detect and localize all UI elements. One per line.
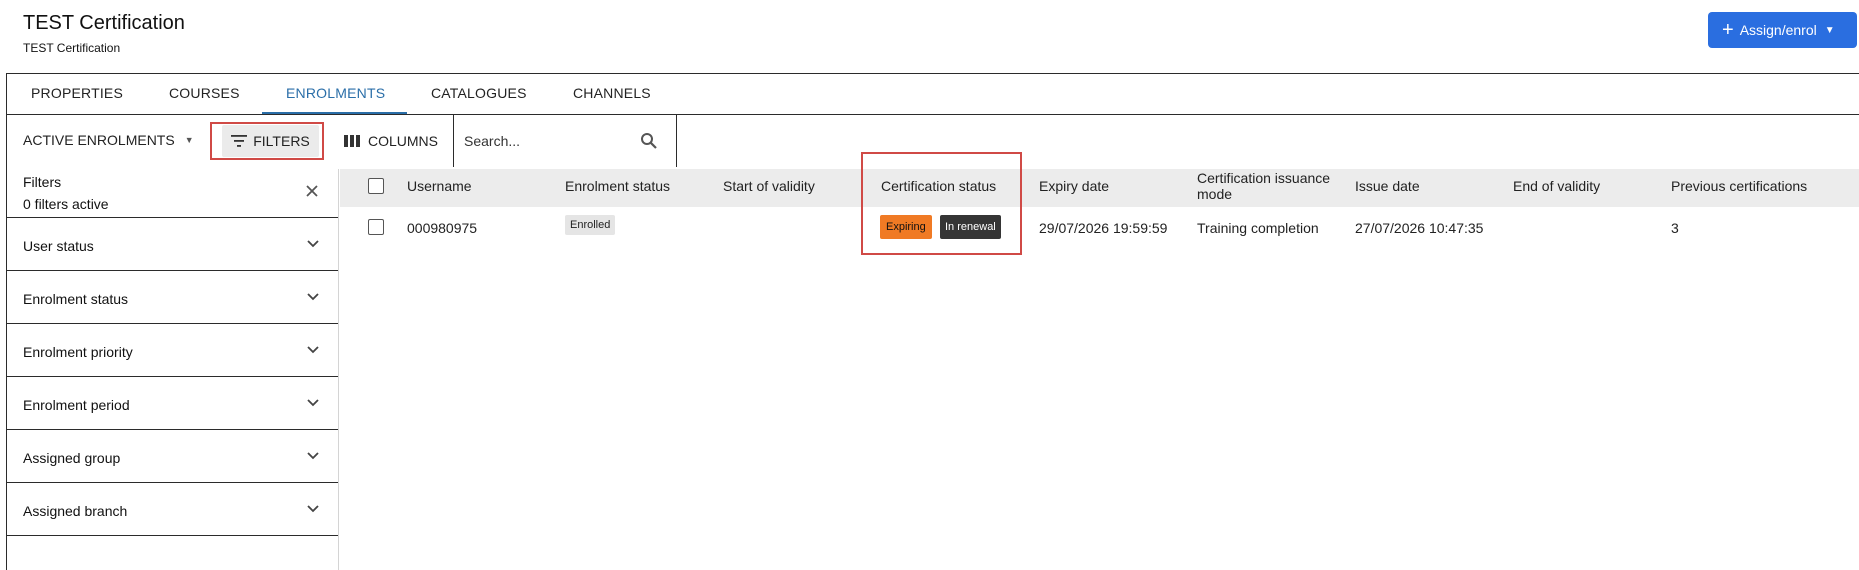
- filter-section-assigned-group[interactable]: Assigned group: [6, 430, 338, 483]
- column-header-username[interactable]: Username: [407, 178, 472, 194]
- column-header-previous-certifications[interactable]: Previous certifications: [1671, 178, 1807, 194]
- page-subtitle: TEST Certification: [23, 41, 121, 55]
- filter-section-enrolment-period[interactable]: Enrolment period: [6, 377, 338, 430]
- page-title: TEST Certification: [23, 12, 185, 34]
- caret-down-icon: ▼: [1824, 24, 1835, 36]
- chevron-down-icon: [307, 346, 319, 354]
- divider: [6, 73, 1859, 74]
- filters-active-count: 0 filters active: [23, 196, 109, 212]
- filter-section-enrolment-priority[interactable]: Enrolment priority: [6, 324, 338, 377]
- column-header-start-of-validity[interactable]: Start of validity: [723, 178, 815, 194]
- tab-channels[interactable]: CHANNELS: [573, 85, 651, 101]
- view-selector[interactable]: ACTIVE ENROLMENTS ▼: [23, 132, 194, 148]
- status-badge: Enrolled: [565, 215, 616, 235]
- search-divider-right: [676, 115, 677, 167]
- filter-section-enrolment-status[interactable]: Enrolment status: [6, 271, 338, 324]
- column-header-issuance-mode[interactable]: Certification issuance mode: [1197, 170, 1342, 202]
- filters-panel-title: Filters: [23, 174, 62, 190]
- tab-catalogues[interactable]: CATALOGUES: [431, 85, 527, 101]
- chevron-down-icon: [307, 293, 319, 301]
- select-all-checkbox[interactable]: [368, 178, 384, 194]
- cell-issuance-mode: Training completion: [1197, 220, 1319, 236]
- search-icon[interactable]: [640, 132, 658, 150]
- columns-button[interactable]: COLUMNS: [344, 125, 438, 157]
- caret-down-icon: ▼: [184, 135, 194, 145]
- cell-expiry-date: 29/07/2026 19:59:59: [1039, 220, 1168, 236]
- chevron-down-icon: [307, 399, 319, 407]
- column-header-expiry-date[interactable]: Expiry date: [1039, 178, 1109, 194]
- assign-enrol-button[interactable]: + Assign/enrol ▼: [1708, 12, 1857, 48]
- assign-enrol-label: Assign/enrol: [1739, 22, 1817, 38]
- chevron-down-icon: [307, 240, 319, 248]
- chevron-down-icon: [307, 452, 319, 460]
- plus-icon: +: [1722, 19, 1734, 41]
- certification-status-highlight-box: [861, 152, 1022, 255]
- filters-highlight-box: [210, 122, 324, 160]
- tab-enrolments[interactable]: ENROLMENTS: [286, 85, 385, 101]
- active-tab-indicator: [262, 112, 407, 114]
- row-checkbox[interactable]: [368, 219, 384, 235]
- tab-properties[interactable]: PROPERTIES: [31, 85, 123, 101]
- column-header-issue-date[interactable]: Issue date: [1355, 178, 1420, 194]
- filter-section-label: Assigned group: [23, 450, 121, 466]
- close-icon[interactable]: [305, 184, 319, 198]
- column-header-end-of-validity[interactable]: End of validity: [1513, 178, 1600, 194]
- tab-courses[interactable]: COURSES: [169, 85, 240, 101]
- search-input[interactable]: [462, 132, 636, 150]
- filter-section-label: Assigned branch: [23, 503, 128, 519]
- columns-icon: [344, 135, 360, 147]
- columns-button-label: COLUMNS: [368, 133, 439, 149]
- view-selector-label: ACTIVE ENROLMENTS: [23, 132, 175, 148]
- filter-section-label: Enrolment priority: [23, 344, 133, 360]
- cell-previous-certifications: 3: [1671, 220, 1679, 236]
- divider: [6, 114, 1859, 115]
- chevron-down-icon: [307, 505, 319, 513]
- filter-section-label: Enrolment period: [23, 397, 130, 413]
- column-header-enrolment-status[interactable]: Enrolment status: [565, 178, 670, 194]
- filter-section-label: User status: [23, 238, 94, 254]
- filter-section-label: Enrolment status: [23, 291, 129, 307]
- filter-section-user-status[interactable]: User status: [6, 218, 338, 271]
- cell-username[interactable]: 000980975: [407, 220, 477, 236]
- cell-issue-date: 27/07/2026 10:47:35: [1355, 220, 1484, 236]
- filter-section-assigned-branch[interactable]: Assigned branch: [6, 483, 338, 536]
- sidebar-divider: [338, 169, 339, 570]
